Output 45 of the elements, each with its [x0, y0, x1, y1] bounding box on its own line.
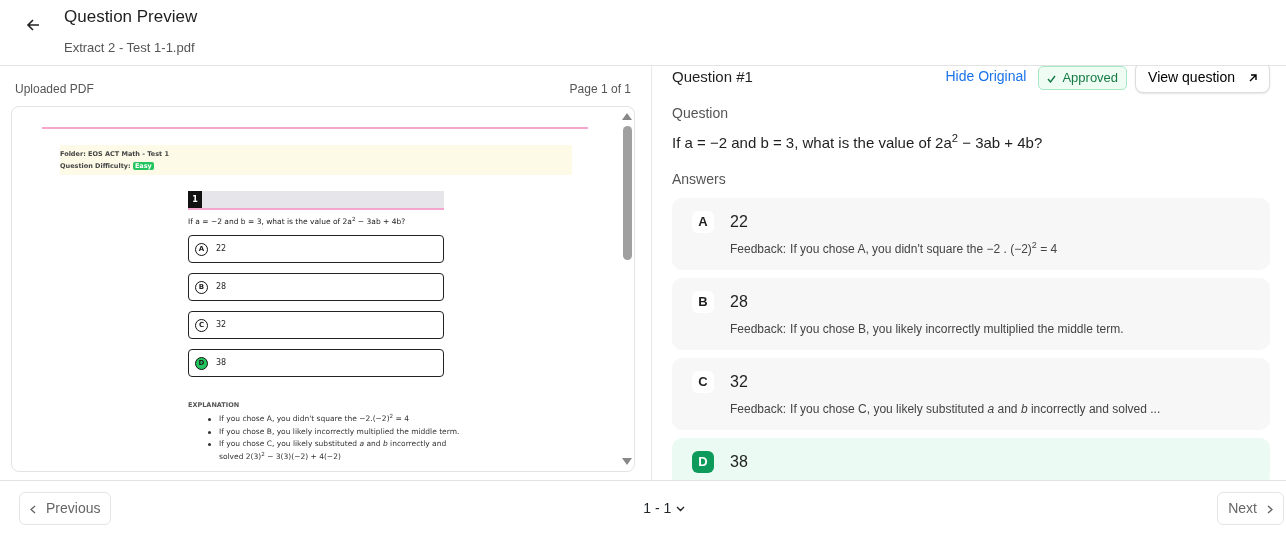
- back-arrow-icon[interactable]: [26, 18, 40, 32]
- answer-letter: C: [692, 370, 714, 393]
- scrollbar-thumb[interactable]: [622, 126, 632, 260]
- answer-value: 28: [730, 291, 748, 312]
- scroll-up-icon[interactable]: [622, 113, 632, 120]
- view-question-button[interactable]: View question: [1135, 66, 1270, 93]
- feedback-label: Feedback:: [730, 320, 787, 338]
- panel-label: Uploaded PDF: [15, 81, 94, 98]
- answer-value: 38: [730, 451, 748, 472]
- file-name: Extract 2 - Test 1-1.pdf: [64, 38, 196, 57]
- next-button[interactable]: Next: [1217, 492, 1284, 525]
- external-link-icon: [1249, 74, 1257, 83]
- answer-value: 22: [730, 211, 748, 232]
- hide-original-link[interactable]: Hide Original: [945, 66, 1027, 87]
- check-icon: [1047, 74, 1057, 83]
- question-text: If a = −2 and b = 3, what is the value of 2a$^{2}$ − 3ab + 4b?: [672, 132, 1044, 153]
- feedback-label: Feedback:: [730, 240, 787, 258]
- section-label: Question: [672, 104, 730, 123]
- option-text: 28: [216, 281, 227, 294]
- feedback-label: Feedback:: [730, 400, 787, 418]
- answer-letter: A: [692, 210, 714, 233]
- page-title: Question Preview: [64, 6, 198, 28]
- question-title: Question #1: [672, 67, 754, 87]
- question-number: 1: [188, 191, 202, 208]
- page-indicator: Page 1 of 1: [569, 81, 631, 98]
- feedback-text: If you chose B, you likely incorrectly multiplied the middle term.: [790, 320, 1124, 338]
- option-text: 32: [216, 319, 227, 332]
- chevron-left-icon: [30, 504, 36, 514]
- chevron-right-icon: [1267, 504, 1273, 514]
- bullet-icon: [208, 443, 211, 446]
- option-text: 38: [216, 357, 227, 370]
- section-label: Answers: [672, 169, 727, 189]
- feedback-text: If you chose C, you likely substituted a and b incorrectly and solved ...: [790, 400, 1161, 418]
- previous-button[interactable]: Previous: [19, 492, 112, 525]
- page-selector[interactable]: 1 - 1: [630, 491, 699, 526]
- option-text: 22: [216, 243, 227, 256]
- feedback-text: If you chose A, you didn't square the −2 . (−2)$^{2}$ = 4: [790, 239, 1058, 258]
- bullet-icon: [208, 430, 211, 434]
- answer-letter: D: [692, 450, 714, 473]
- bullet-icon: [208, 418, 211, 421]
- answer-value: 32: [730, 371, 748, 392]
- answer-letter: B: [692, 290, 714, 313]
- chevron-down-icon: [676, 506, 686, 513]
- status-tag: Approved: [1038, 66, 1128, 90]
- scroll-down-icon[interactable]: [622, 458, 632, 465]
